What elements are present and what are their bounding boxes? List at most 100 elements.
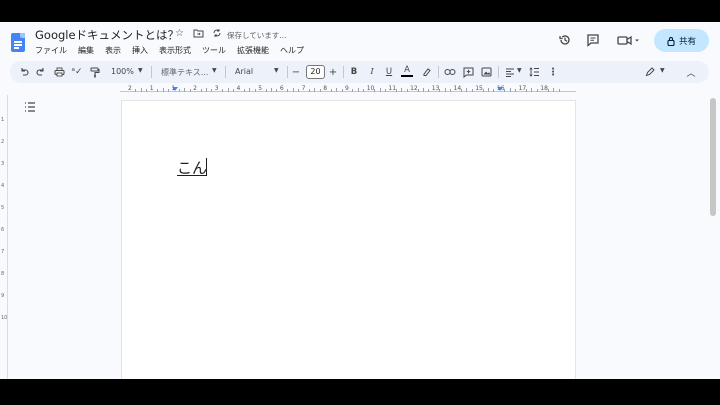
- share-label: 共有: [678, 36, 696, 47]
- document-title[interactable]: Googleドキュメントとは？: [35, 27, 179, 43]
- menu-tools[interactable]: ツール: [202, 45, 226, 56]
- ruler-tick: [146, 89, 148, 92]
- menu-help[interactable]: ヘルプ: [280, 45, 304, 56]
- ruler-tick: [379, 88, 381, 92]
- ruler-number: 8: [323, 85, 328, 92]
- decrease-font-size-icon[interactable]: −: [291, 65, 301, 79]
- print-icon[interactable]: [53, 65, 65, 79]
- right-indent-marker[interactable]: [497, 87, 503, 91]
- ruler-tick: [243, 89, 245, 92]
- line-spacing-icon[interactable]: [528, 65, 540, 79]
- ruler-tick: [357, 88, 359, 92]
- ruler-tick: [493, 89, 495, 92]
- ruler-number: 6: [279, 85, 284, 92]
- ruler-tick: [422, 88, 424, 92]
- vruler-number: 9: [1, 293, 5, 299]
- ruler-tick: [460, 89, 462, 92]
- ruler-number: 2: [128, 85, 132, 92]
- add-comment-icon[interactable]: [462, 65, 474, 79]
- separator: [151, 66, 152, 78]
- vertical-ruler[interactable]: 1 2 3 4 5 6 7 8 9 10: [0, 95, 8, 379]
- star-icon[interactable]: ☆: [175, 28, 184, 39]
- ruler-tick: [292, 88, 294, 92]
- vruler-number: 7: [1, 249, 5, 255]
- ruler-tick: [504, 89, 506, 92]
- horizontal-ruler[interactable]: 2 1 1 2 3 4 5 6 7 8 9 10 11 12 13 14 15 16 17 18: [120, 85, 576, 93]
- paragraph-style-select[interactable]: 標準テキス...: [161, 67, 208, 78]
- menu-extensions[interactable]: 拡張機能: [237, 45, 269, 56]
- undo-icon[interactable]: [18, 65, 30, 79]
- document-page[interactable]: こん: [121, 100, 576, 379]
- ruler-tick: [309, 89, 311, 92]
- ruler-tick: [157, 89, 159, 92]
- font-family-select[interactable]: Arial: [235, 67, 253, 76]
- font-caret-icon: ▼: [274, 67, 279, 74]
- ruler-tick: [314, 88, 316, 92]
- ruler-tick: [406, 89, 408, 92]
- italic-button[interactable]: I: [366, 65, 378, 79]
- menu-view[interactable]: 表示: [105, 45, 121, 56]
- version-history-icon[interactable]: [557, 32, 573, 48]
- ruler-tick: [162, 88, 164, 92]
- editing-mode-caret-icon: ▼: [660, 67, 665, 74]
- paint-format-icon[interactable]: [89, 65, 101, 79]
- comments-icon[interactable]: [585, 32, 601, 48]
- ruler-tick: [536, 89, 538, 92]
- text-color-button[interactable]: A: [401, 65, 413, 77]
- underline-button[interactable]: U: [383, 65, 395, 79]
- ruler-tick: [330, 89, 332, 92]
- insert-image-icon[interactable]: [480, 65, 492, 79]
- document-body-text[interactable]: こん: [177, 157, 207, 178]
- docs-logo-icon[interactable]: [11, 33, 25, 52]
- vruler-number: 1: [1, 117, 5, 123]
- highlight-color-icon[interactable]: [421, 65, 433, 79]
- insert-link-icon[interactable]: [444, 65, 456, 79]
- separator: [498, 66, 499, 78]
- ruler-tick: [547, 89, 549, 92]
- menu-file[interactable]: ファイル: [35, 45, 67, 56]
- document-outline-icon[interactable]: [24, 102, 36, 112]
- more-options-icon[interactable]: ⋮: [548, 65, 558, 79]
- lock-icon: [667, 36, 675, 46]
- separator: [225, 66, 226, 78]
- meet-button[interactable]: [616, 32, 642, 48]
- vertical-scrollbar[interactable]: [710, 98, 716, 216]
- ruler-tick: [271, 88, 273, 92]
- zoom-select[interactable]: 100%: [111, 67, 134, 76]
- menu-format[interactable]: 表示形式: [159, 45, 191, 56]
- menu-edit[interactable]: 編集: [78, 45, 94, 56]
- ruler-tick: [211, 89, 213, 92]
- ruler-tick: [135, 89, 137, 92]
- ruler-tick: [287, 89, 289, 92]
- menu-insert[interactable]: 挿入: [132, 45, 148, 56]
- ruler-tick: [384, 89, 386, 92]
- redo-icon[interactable]: [35, 65, 47, 79]
- align-left-icon[interactable]: [504, 65, 516, 79]
- increase-font-size-icon[interactable]: +: [328, 65, 338, 79]
- ruler-tick: [450, 89, 452, 92]
- ruler-number: 4: [236, 85, 241, 92]
- ruler-tick: [265, 89, 267, 92]
- font-size-input[interactable]: 20: [306, 65, 325, 79]
- collapse-menus-icon[interactable]: ︿: [685, 65, 697, 79]
- ruler-number: 7: [301, 85, 306, 92]
- move-folder-icon[interactable]: [193, 28, 204, 38]
- bold-button[interactable]: B: [348, 65, 360, 79]
- ruler-tick: [471, 89, 473, 92]
- ruler-number: 3: [214, 85, 219, 92]
- ruler-tick: [200, 89, 202, 92]
- ruler-tick: [249, 88, 251, 92]
- ruler-tick: [352, 89, 354, 92]
- menu-bar: ファイル 編集 表示 挿入 表示形式 ツール 拡張機能 ヘルプ: [35, 45, 315, 56]
- ruler-tick: [395, 89, 397, 92]
- editing-mode-pencil-icon[interactable]: [644, 65, 656, 79]
- sync-status-icon: [212, 28, 222, 38]
- share-button[interactable]: 共有: [654, 29, 709, 52]
- ruler-tick: [336, 88, 338, 92]
- spellcheck-icon[interactable]: ᵃ✓: [71, 65, 83, 79]
- align-caret-icon: ▼: [517, 67, 522, 74]
- left-indent-marker[interactable]: [172, 87, 178, 91]
- ruler-number: 9: [345, 85, 349, 92]
- ruler-tick: [167, 89, 169, 92]
- ruler-tick: [531, 88, 533, 92]
